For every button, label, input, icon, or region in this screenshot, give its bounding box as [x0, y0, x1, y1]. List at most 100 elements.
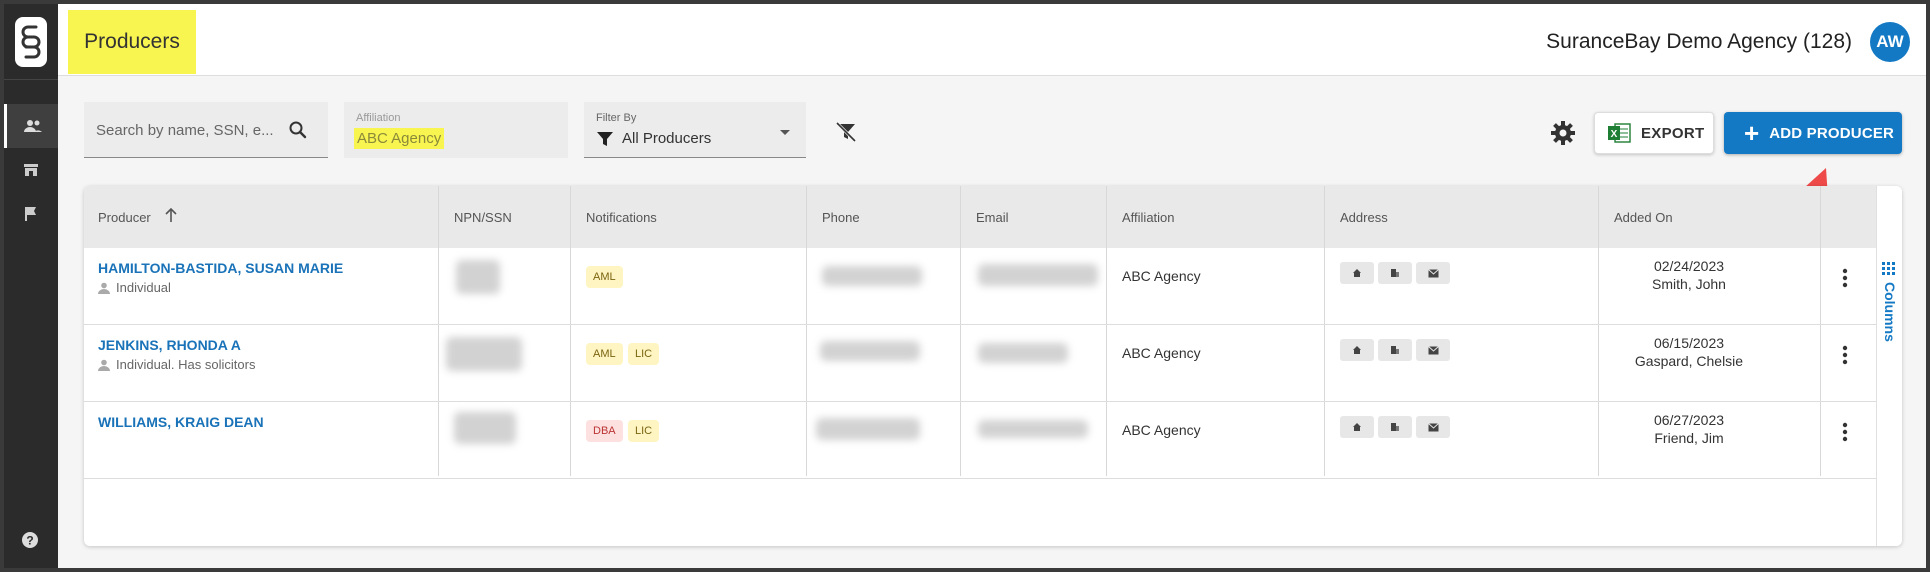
excel-icon: X [1608, 123, 1631, 143]
plus-icon: + [1744, 118, 1760, 148]
search-icon[interactable] [288, 120, 308, 140]
redacted-phone [816, 418, 920, 440]
added-on-date: 06/27/2023 [1653, 412, 1725, 428]
business-address-button[interactable] [1378, 416, 1412, 438]
gear-icon[interactable] [1550, 120, 1576, 146]
producer-type-label: Individual. Has solicitors [116, 357, 256, 372]
producer-name-link[interactable]: HAMILTON-BASTIDA, SUSAN MARIE [98, 260, 343, 276]
building-icon [1391, 423, 1399, 431]
mailing-address-button[interactable] [1416, 416, 1450, 438]
redacted-email [978, 420, 1088, 438]
home-address-button[interactable] [1340, 262, 1374, 284]
affiliation-cell: ABC Agency [1122, 345, 1201, 361]
redacted-phone [822, 266, 922, 286]
redacted-npn-ssn [456, 260, 500, 294]
producer-type: Individual [98, 280, 171, 295]
added-by: Smith, John [1652, 276, 1726, 292]
badge-aml: AML [586, 266, 623, 288]
page-title: Producers [84, 30, 180, 53]
add-producer-button[interactable]: + ADD PRODUCER [1724, 112, 1902, 154]
filter-label: Filter By [596, 112, 637, 124]
logo[interactable] [4, 4, 58, 80]
mail-icon [1427, 345, 1439, 354]
columns-panel-toggle[interactable] [1876, 186, 1902, 546]
home-icon [1353, 423, 1361, 431]
kebab-menu-icon[interactable] [1842, 422, 1848, 442]
sort-ascending-icon[interactable] [164, 206, 178, 224]
affiliation-cell: ABC Agency [1122, 268, 1201, 284]
app-frame: ? Producers SuranceBay Demo Agency (128)… [4, 4, 1926, 568]
added-by: Friend, Jim [1654, 430, 1724, 446]
search-placeholder: Search by name, SSN, e... [96, 122, 274, 139]
badge-dba: DBA [586, 420, 623, 442]
affiliation-value: ABC Agency [354, 128, 445, 149]
added-on-date: 02/24/2023 [1653, 258, 1725, 274]
mail-icon [1427, 268, 1439, 277]
home-icon [1353, 269, 1361, 277]
sidebar-item-producers[interactable] [4, 104, 58, 148]
sidebar: ? [4, 4, 58, 568]
business-address-button[interactable] [1378, 339, 1412, 361]
home-address-button[interactable] [1340, 416, 1374, 438]
redacted-email [978, 264, 1098, 286]
producer-name-link[interactable]: WILLIAMS, KRAIG DEAN [98, 414, 264, 430]
table-row[interactable]: JENKINS, RHONDA A Individual. Has solici… [84, 325, 1876, 402]
redacted-npn-ssn [446, 337, 522, 371]
added-by: Gaspard, Chelsie [1634, 353, 1744, 369]
column-header-affiliation[interactable]: Affiliation [1122, 210, 1175, 225]
building-icon [1391, 346, 1399, 354]
filter-value: All Producers [622, 130, 712, 147]
added-on-date: 06/15/2023 [1653, 335, 1725, 351]
kebab-menu-icon[interactable] [1842, 268, 1848, 288]
grid-icon[interactable] [1882, 262, 1896, 276]
clear-filter-icon[interactable] [834, 120, 858, 144]
column-header-address[interactable]: Address [1340, 210, 1388, 225]
table-row[interactable]: HAMILTON-BASTIDA, SUSAN MARIE Individual… [84, 248, 1876, 325]
building-icon [1391, 269, 1399, 277]
agency-name[interactable]: SuranceBay Demo Agency (128) [1546, 30, 1852, 54]
column-header-notifications[interactable]: Notifications [586, 210, 657, 225]
redacted-phone [820, 341, 920, 361]
table-row[interactable]: WILLIAMS, KRAIG DEAN DBA LIC ABC Agency … [84, 402, 1876, 479]
filter-by-select[interactable]: Filter By All Producers [584, 102, 806, 158]
filter-icon [597, 132, 613, 146]
mailing-address-button[interactable] [1416, 339, 1450, 361]
business-address-button[interactable] [1378, 262, 1412, 284]
producers-table: Producer NPN/SSN Notifications Phone Ema… [84, 186, 1902, 546]
avatar[interactable]: AW [1870, 22, 1910, 62]
svg-text:?: ? [26, 534, 33, 548]
kebab-menu-icon[interactable] [1842, 345, 1848, 365]
columns-toggle-label[interactable]: Columns [1882, 282, 1898, 342]
table-header: Producer NPN/SSN Notifications Phone Ema… [84, 186, 1876, 248]
column-header-phone[interactable]: Phone [822, 210, 860, 225]
export-label: EXPORT [1641, 124, 1705, 142]
search-input[interactable]: Search by name, SSN, e... [84, 102, 328, 158]
person-icon [98, 282, 110, 294]
affiliation-field[interactable]: Affiliation ABC Agency [344, 102, 568, 158]
sidebar-item-agencies[interactable] [4, 148, 58, 192]
page-title-highlight: Producers [68, 10, 196, 74]
mailing-address-button[interactable] [1416, 262, 1450, 284]
export-button[interactable]: X EXPORT [1594, 112, 1714, 154]
mail-icon [1427, 422, 1439, 431]
store-icon [24, 164, 38, 176]
home-address-button[interactable] [1340, 339, 1374, 361]
redacted-npn-ssn [454, 412, 516, 444]
sidebar-item-reports[interactable] [4, 192, 58, 236]
column-header-npn-ssn[interactable]: NPN/SSN [454, 210, 512, 225]
column-header-email[interactable]: Email [976, 210, 1009, 225]
affiliation-cell: ABC Agency [1122, 422, 1201, 438]
affiliation-label: Affiliation [356, 112, 401, 124]
badge-lic: LIC [628, 343, 660, 365]
person-icon [98, 359, 110, 371]
column-header-added-on[interactable]: Added On [1614, 210, 1673, 225]
badge-lic: LIC [628, 420, 660, 442]
help-icon[interactable]: ? [20, 530, 40, 550]
home-icon [1353, 346, 1361, 354]
redacted-email [978, 343, 1068, 363]
column-header-producer[interactable]: Producer [98, 210, 151, 225]
logo-icon [15, 16, 47, 67]
producer-name-link[interactable]: JENKINS, RHONDA A [98, 337, 241, 353]
add-producer-label: ADD PRODUCER [1769, 124, 1895, 142]
producer-type: Individual. Has solicitors [98, 357, 255, 372]
